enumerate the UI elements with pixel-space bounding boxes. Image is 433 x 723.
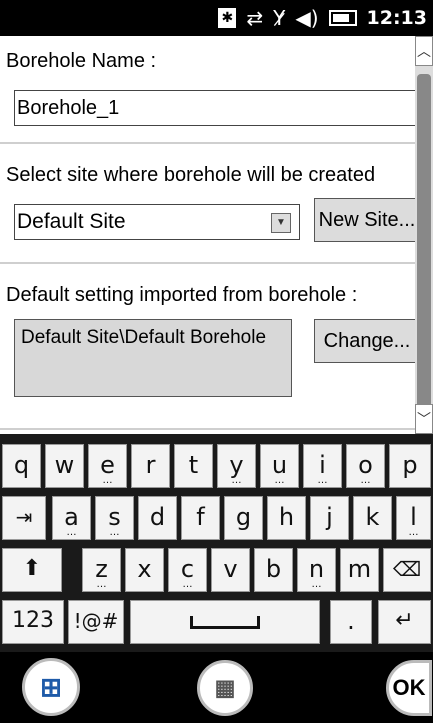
tab-key-icon[interactable]: ⇥ xyxy=(2,496,46,540)
status-bar: ✱ ⇄ Y̷ ◀) 12:13 xyxy=(0,0,433,36)
vertical-scrollbar[interactable]: ︿ ﹀ xyxy=(415,36,433,434)
key-n[interactable]: n… xyxy=(297,548,336,592)
key-r[interactable]: r xyxy=(131,444,170,488)
shift-key-icon[interactable]: ⬆ xyxy=(2,548,62,592)
key-o[interactable]: o… xyxy=(346,444,385,488)
key-l[interactable]: l… xyxy=(396,496,431,540)
borehole-form: Borehole Name : Borehole_1 Select site w… xyxy=(0,36,420,434)
space-key[interactable] xyxy=(130,600,320,644)
key-i-accents: … xyxy=(317,475,328,486)
key-z-accents: … xyxy=(96,579,107,590)
key-m[interactable]: m xyxy=(340,548,379,592)
key-a-accents: … xyxy=(66,527,77,538)
volume-icon[interactable]: ◀) xyxy=(295,6,318,30)
key-j[interactable]: j xyxy=(310,496,349,540)
key-l-accents: … xyxy=(408,527,419,538)
key-d[interactable]: d xyxy=(138,496,177,540)
key-y[interactable]: y… xyxy=(217,444,256,488)
status-icons: ✱ ⇄ Y̷ ◀) 12:13 xyxy=(218,6,427,30)
key-z[interactable]: z… xyxy=(82,548,121,592)
bottom-bar: ⊞ ▦ OK xyxy=(0,652,433,723)
divider xyxy=(0,262,420,264)
scroll-thumb[interactable] xyxy=(417,74,431,429)
borehole-name-label: Borehole Name : xyxy=(6,50,157,72)
key-x[interactable]: x xyxy=(125,548,164,592)
battery-icon[interactable] xyxy=(328,10,357,26)
key-a[interactable]: a… xyxy=(52,496,91,540)
key-c[interactable]: c… xyxy=(168,548,207,592)
on-screen-keyboard: q w e… r t y… u… i… o… p ⇥ a… s… d f g h… xyxy=(0,434,433,652)
key-u[interactable]: u… xyxy=(260,444,299,488)
key-e-accents: … xyxy=(102,475,113,486)
borehole-name-input[interactable]: Borehole_1 xyxy=(14,90,420,126)
key-k[interactable]: k xyxy=(353,496,392,540)
backspace-key-icon[interactable]: ⌫ xyxy=(383,548,431,592)
key-c-accents: … xyxy=(182,579,193,590)
site-select-value: Default Site xyxy=(17,210,126,233)
scroll-up-icon[interactable]: ︿ xyxy=(415,36,433,66)
numbers-key[interactable]: 123 xyxy=(2,600,64,644)
key-b[interactable]: b xyxy=(254,548,293,592)
divider xyxy=(0,142,420,144)
sync-icon[interactable]: ⇄ xyxy=(246,6,263,30)
key-n-accents: … xyxy=(311,579,322,590)
symbols-key[interactable]: !@# xyxy=(68,600,124,644)
key-i[interactable]: i… xyxy=(303,444,342,488)
key-h[interactable]: h xyxy=(267,496,306,540)
dropdown-arrow-icon[interactable]: ▼ xyxy=(271,213,291,233)
scroll-down-icon[interactable]: ﹀ xyxy=(415,404,433,434)
windows-start-icon[interactable]: ⊞ xyxy=(22,658,80,716)
key-s-accents: … xyxy=(109,527,120,538)
new-site-button[interactable]: New Site... xyxy=(314,198,420,242)
key-y-accents: … xyxy=(231,475,242,486)
key-s[interactable]: s… xyxy=(95,496,134,540)
space-bar-icon xyxy=(190,615,260,629)
key-f[interactable]: f xyxy=(181,496,220,540)
no-signal-icon[interactable]: Y̷ xyxy=(273,6,285,30)
divider xyxy=(0,428,420,430)
key-e[interactable]: e… xyxy=(88,444,127,488)
clock[interactable]: 12:13 xyxy=(367,7,427,29)
key-v[interactable]: v xyxy=(211,548,250,592)
key-t[interactable]: t xyxy=(174,444,213,488)
key-p[interactable]: p xyxy=(389,444,431,488)
key-o-accents: … xyxy=(360,475,371,486)
period-key[interactable]: . xyxy=(330,600,372,644)
keyboard-icon[interactable]: ▦ xyxy=(197,660,253,716)
ok-button[interactable]: OK xyxy=(386,660,432,716)
bluetooth-icon[interactable]: ✱ xyxy=(218,8,237,28)
key-q[interactable]: q xyxy=(2,444,41,488)
enter-key-icon[interactable]: ↵ xyxy=(378,600,431,644)
site-select[interactable]: Default Site ▼ xyxy=(14,204,300,240)
change-button[interactable]: Change... xyxy=(314,319,420,363)
default-setting-label: Default setting imported from borehole : xyxy=(6,284,358,306)
key-w[interactable]: w xyxy=(45,444,84,488)
default-setting-value: Default Site\Default Borehole xyxy=(14,319,292,397)
key-g[interactable]: g xyxy=(224,496,263,540)
key-u-accents: … xyxy=(274,475,285,486)
site-label: Select site where borehole will be creat… xyxy=(6,164,376,186)
